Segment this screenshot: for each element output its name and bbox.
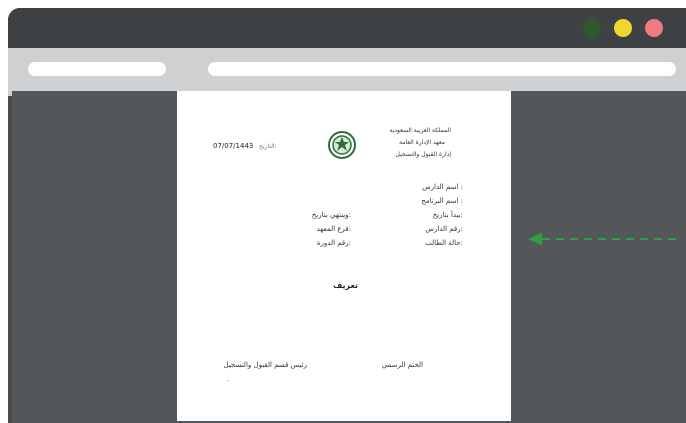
title-bar	[8, 8, 686, 48]
header-line-2: معهد الإدارة العامة	[399, 139, 445, 146]
field-branch: فرع المعهد:	[316, 225, 351, 233]
header-line-3: إدارة القبول والتسجيل	[395, 151, 451, 158]
document-page: المملكة العربية السعودية معهد الإدارة ال…	[177, 91, 511, 421]
toolbar	[8, 48, 686, 96]
institute-seal-icon	[328, 131, 356, 159]
field-course-number: رقم الدورة:	[316, 239, 351, 247]
field-end-date: وينتهي بتاريخ:	[311, 211, 351, 219]
minimize-button[interactable]	[583, 19, 601, 37]
field-student-status: حالة الطالب:	[425, 239, 463, 247]
field-program-name: اسم البرنامج :	[421, 197, 463, 205]
date-label: التاريخ:	[259, 143, 277, 150]
signature-dot: .	[227, 375, 230, 383]
close-button[interactable]	[645, 19, 663, 37]
dashed-arrow-left-icon	[528, 233, 680, 245]
zoom-button[interactable]	[614, 19, 632, 37]
field-start-date: يبدأ بتاريخ:	[432, 211, 463, 219]
date-value: 07/07/1443	[213, 142, 254, 150]
field-student-name: اسم الدارس :	[422, 183, 463, 191]
field-student-number: رقم الدارس:	[425, 225, 463, 233]
tab-placeholder[interactable]	[28, 62, 166, 76]
signature-official-stamp: الختم الرسمي	[381, 361, 423, 369]
document-title: تعريف	[333, 281, 359, 290]
document-viewer: المملكة العربية السعودية معهد الإدارة ال…	[12, 91, 686, 423]
header-line-1: المملكة العربية السعودية	[389, 127, 451, 134]
address-bar[interactable]	[208, 62, 676, 76]
signature-head-of-registration: رئيس قسم القبول والتسجيل	[223, 361, 307, 369]
